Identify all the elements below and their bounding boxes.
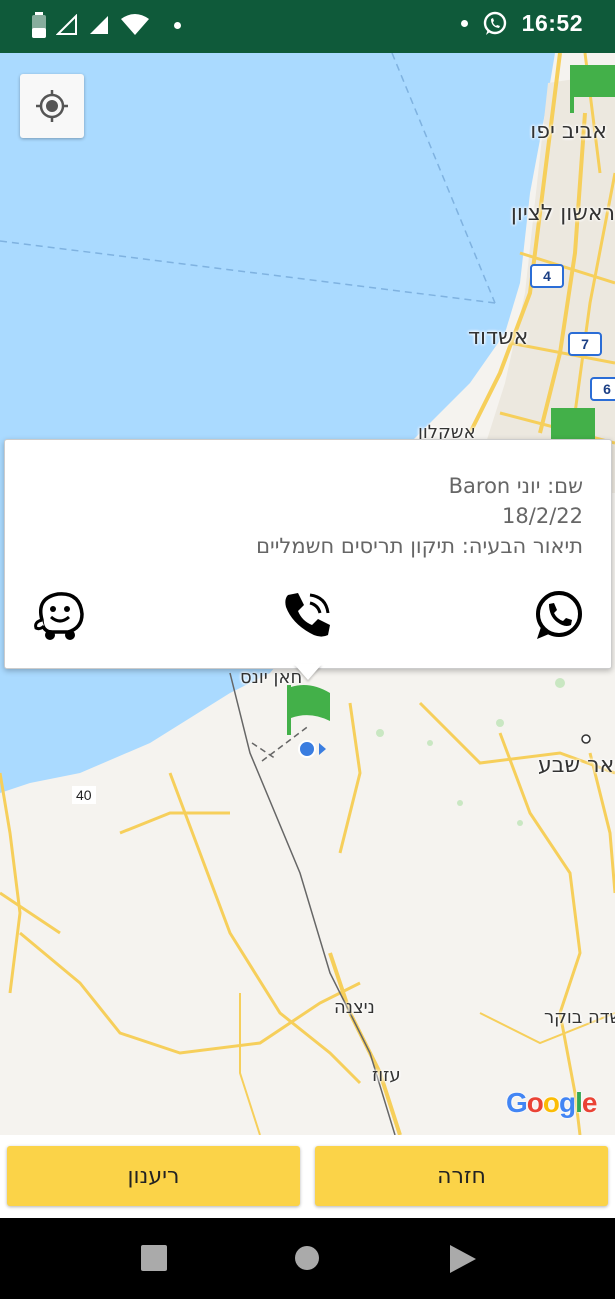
map-label-beer-sheva: באר שבע (538, 753, 615, 778)
phone-call-icon (285, 593, 330, 637)
triangle-back-icon (450, 1245, 476, 1273)
home-button[interactable] (294, 1245, 320, 1275)
customer-name: שם: יוני Baron (448, 474, 583, 498)
route-sign-4: 4 (530, 264, 564, 288)
map-label-ashdod: אשדוד (468, 325, 529, 350)
info-window[interactable]: שם: יוני Baron 18/2/22 תיאור הבעיה: תיקו… (4, 439, 612, 669)
map-label-khan-yunis: חאן יונס (240, 667, 303, 688)
map-label-sde-boker: שדה בוקר (544, 1007, 615, 1028)
clock: 16:52 (521, 10, 583, 36)
route-sign-7: 7 (568, 332, 602, 356)
crosshair-icon (36, 90, 68, 122)
refresh-button[interactable]: ריענון (7, 1146, 300, 1206)
system-navigation-bar (0, 1218, 615, 1299)
route-sign-6: 6 (590, 377, 615, 401)
map-label-rishon: ראשון לציון (510, 201, 615, 226)
square-icon (141, 1245, 167, 1271)
signal-icon (90, 16, 108, 34)
problem-description: תיאור הבעיה: תיקון תריסים חשמליים (256, 534, 583, 558)
map-label-tel-aviv: אביב יפו (530, 119, 607, 144)
status-bar: 16:52 (0, 0, 615, 53)
waze-button[interactable] (31, 588, 87, 644)
notification-dot (460, 20, 468, 27)
map-label-azuz: עזוז (372, 1065, 401, 1086)
circle-icon (295, 1246, 319, 1270)
status-icons-right: 16:52 (460, 10, 583, 37)
back-button[interactable]: חזרה (315, 1146, 608, 1206)
map-label-nitzana: ניצנה (334, 997, 375, 1018)
back-nav-button[interactable] (450, 1245, 476, 1277)
whatsapp-icon (536, 591, 582, 639)
recents-button[interactable] (141, 1245, 167, 1275)
signal-empty-icon (56, 14, 77, 35)
call-button[interactable] (279, 588, 335, 644)
waze-icon (34, 592, 84, 640)
road-number-40: 40 (72, 786, 96, 804)
info-window-pointer (294, 664, 322, 680)
whatsapp-notification-icon (483, 11, 506, 35)
battery-saver-icon (32, 12, 46, 38)
wifi-icon (121, 14, 149, 35)
status-icons-left (32, 12, 181, 38)
whatsapp-button[interactable] (530, 588, 586, 644)
notification-dot (174, 21, 181, 29)
google-logo: Google (506, 1087, 597, 1118)
request-date: 18/2/22 (502, 504, 583, 528)
my-location-button[interactable] (20, 74, 84, 138)
